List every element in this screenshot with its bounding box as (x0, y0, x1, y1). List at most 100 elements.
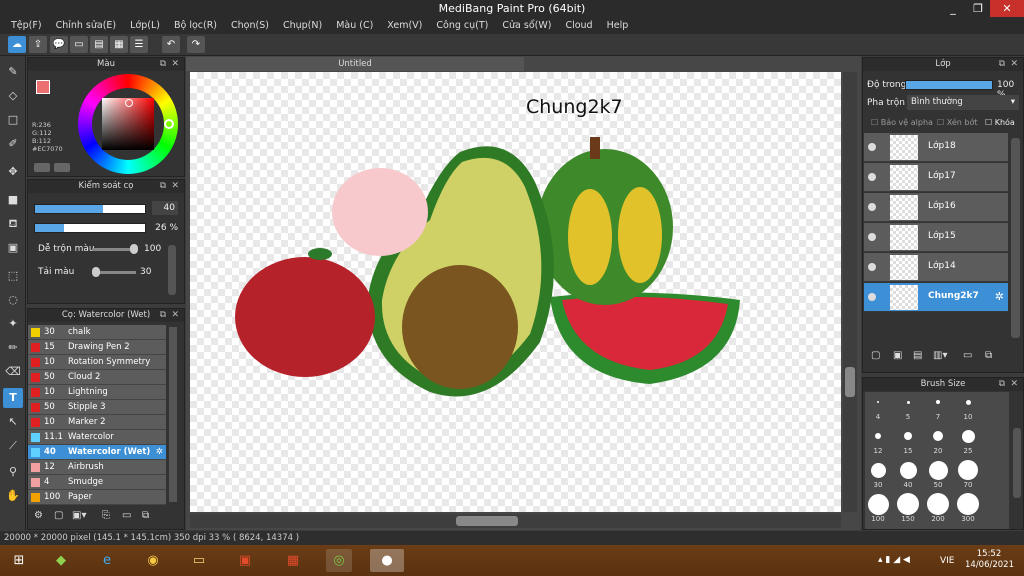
layer-item[interactable]: Lớp17 (864, 163, 1008, 192)
add-brush-icon[interactable]: ⚙ (34, 510, 43, 521)
brush-opacity-slider[interactable] (34, 223, 146, 233)
windows-start-icon[interactable]: ⊞ (6, 549, 32, 572)
brush-list-item[interactable]: 4 Smudge (28, 475, 166, 490)
menu-tools[interactable]: Công cụ(T) (429, 17, 495, 34)
menu-filter[interactable]: Bộ lọc(R) (167, 17, 224, 34)
menu-edit[interactable]: Chỉnh sửa(E) (49, 17, 124, 34)
brush-list-item[interactable]: 10 Marker 2 (28, 415, 166, 430)
close-icon[interactable]: ✕ (1010, 58, 1018, 71)
primary-color-swatch[interactable] (36, 80, 50, 94)
brush-size-preset[interactable]: 200 (924, 493, 952, 526)
brush-list-item[interactable]: 50 Stipple 3 (28, 400, 166, 415)
layer-opacity-slider[interactable] (905, 80, 993, 90)
menu-help[interactable]: Help (600, 17, 636, 34)
eraser-tool-icon[interactable]: ◇ (3, 86, 23, 106)
scrollbar[interactable] (168, 245, 176, 295)
bucket-tool-icon[interactable]: ⛾ (3, 214, 23, 234)
scrollbar[interactable] (1013, 428, 1021, 498)
gradient-tool-icon[interactable]: ▣ (3, 238, 23, 258)
grid-icon[interactable]: ▦ (110, 36, 128, 53)
menu-select[interactable]: Chọn(S) (224, 17, 276, 34)
layer-item[interactable]: Lớp16 (864, 193, 1008, 222)
rectangle-tool-icon[interactable]: □ (3, 110, 23, 130)
brush-size-preset[interactable]: 70 (954, 459, 982, 492)
redo-icon[interactable]: ↷ (187, 36, 205, 53)
move-tool-icon[interactable]: ✥ (3, 162, 23, 182)
lasso-icon[interactable]: ◌ (3, 290, 23, 310)
maximize-button[interactable]: ❐ (966, 0, 990, 17)
brush-size-preset[interactable]: 150 (894, 493, 922, 526)
eye-icon[interactable] (868, 233, 876, 241)
brush-size-preset[interactable]: 7 (924, 391, 952, 424)
brush-list-item[interactable]: 30 chalk (28, 325, 166, 340)
popout-icon[interactable]: ⧉ (160, 309, 166, 322)
medibang-taskbar-icon[interactable]: ◎ (326, 549, 352, 572)
brush-size-slider[interactable] (34, 204, 146, 214)
blend-mode-select[interactable]: Bình thường ▾ (907, 95, 1019, 110)
lock-checkbox[interactable]: ☐ Khóa (985, 118, 1015, 127)
popout-icon[interactable]: ⧉ (999, 378, 1005, 391)
brush-size-preset[interactable]: 30 (864, 459, 892, 492)
select-eraser-icon[interactable]: ⌫ (3, 362, 23, 382)
blend-slider-handle[interactable] (130, 244, 138, 254)
close-icon[interactable]: ✕ (171, 58, 179, 71)
color-mode-button[interactable] (34, 163, 50, 172)
drawing-canvas[interactable]: Chung2k7 (190, 72, 841, 512)
scrollbar[interactable] (169, 327, 177, 502)
share-icon[interactable]: ⇪ (29, 36, 47, 53)
protect-alpha-checkbox[interactable]: ☐ Bảo vệ alpha (871, 118, 933, 127)
brush-size-preset[interactable]: 15 (894, 425, 922, 458)
duplicate-icon[interactable]: ⧉ (142, 510, 149, 521)
brush-list-item[interactable]: 10 Lightning (28, 385, 166, 400)
app-icon[interactable]: ▦ (280, 549, 306, 572)
divide-tool-icon[interactable]: ⟋ (3, 436, 23, 456)
gear-icon[interactable]: ✲ (156, 445, 163, 460)
brush-list-item[interactable]: 11.1 Watercolor (28, 430, 166, 445)
bluestacks-icon[interactable]: ◆ (48, 549, 74, 572)
horizontal-scrollbar[interactable] (190, 514, 841, 528)
menu-cloud[interactable]: Cloud (558, 17, 599, 34)
brush-size-preset[interactable]: 20 (924, 425, 952, 458)
menu-view[interactable]: Xem(V) (380, 17, 429, 34)
chrome-icon[interactable]: ◉ (140, 549, 166, 572)
close-button[interactable]: ✕ (990, 0, 1024, 17)
folder-icon[interactable]: ▭ (963, 350, 972, 361)
layer-item[interactable]: Lớp14 (864, 253, 1008, 282)
clipping-checkbox[interactable]: ☐ Xén bớt (937, 118, 977, 127)
new-layer-icon[interactable]: ▢ (871, 350, 880, 361)
eye-icon[interactable] (868, 293, 876, 301)
office-icon[interactable]: ▣ (232, 549, 258, 572)
magic-wand-icon[interactable]: ✦ (3, 314, 23, 334)
medibang-active-icon[interactable]: ● (370, 549, 404, 572)
layer-item[interactable]: Chung2k7 ✲ (864, 283, 1008, 312)
color-picker-handle[interactable] (125, 99, 133, 107)
text-tool-icon[interactable]: T (3, 388, 23, 408)
brush-size-preset[interactable]: 40 (894, 459, 922, 492)
operation-tool-icon[interactable]: ↖ (3, 412, 23, 432)
document-tab[interactable]: Untitled (186, 57, 524, 71)
hue-handle[interactable] (164, 119, 174, 129)
pen-tool-icon[interactable]: ✐ (3, 134, 23, 154)
close-icon[interactable]: ✕ (171, 309, 179, 322)
brush-menu-icon[interactable]: ▣▾ (72, 510, 86, 521)
cloud-icon[interactable]: ☁ (8, 36, 26, 53)
brush-size-preset[interactable]: 50 (924, 459, 952, 492)
eyedropper-icon[interactable]: ⚲ (3, 462, 23, 482)
brush-list-item[interactable]: 15 Drawing Pen 2 (28, 340, 166, 355)
document-icon[interactable]: ▤ (90, 36, 108, 53)
new-layer-halftone-icon[interactable]: ▣ (893, 350, 902, 361)
minimize-button[interactable]: _ (940, 0, 966, 17)
undo-icon[interactable]: ↶ (162, 36, 180, 53)
brush-size-preset[interactable]: 10 (954, 391, 982, 424)
brush-size-value[interactable]: 40 (152, 201, 178, 215)
popout-icon[interactable]: ⧉ (160, 180, 166, 193)
scrollbar[interactable] (1011, 138, 1020, 338)
close-icon[interactable]: ✕ (1010, 378, 1018, 391)
menu-window[interactable]: Cửa sổ(W) (495, 17, 558, 34)
brush-size-preset[interactable]: 4 (864, 391, 892, 424)
brush-size-preset[interactable]: 25 (954, 425, 982, 458)
brush-size-preset[interactable]: 100 (864, 493, 892, 526)
select-pen-icon[interactable]: ✏ (3, 338, 23, 358)
close-icon[interactable]: ✕ (171, 180, 179, 193)
color-history-button[interactable] (54, 163, 70, 172)
